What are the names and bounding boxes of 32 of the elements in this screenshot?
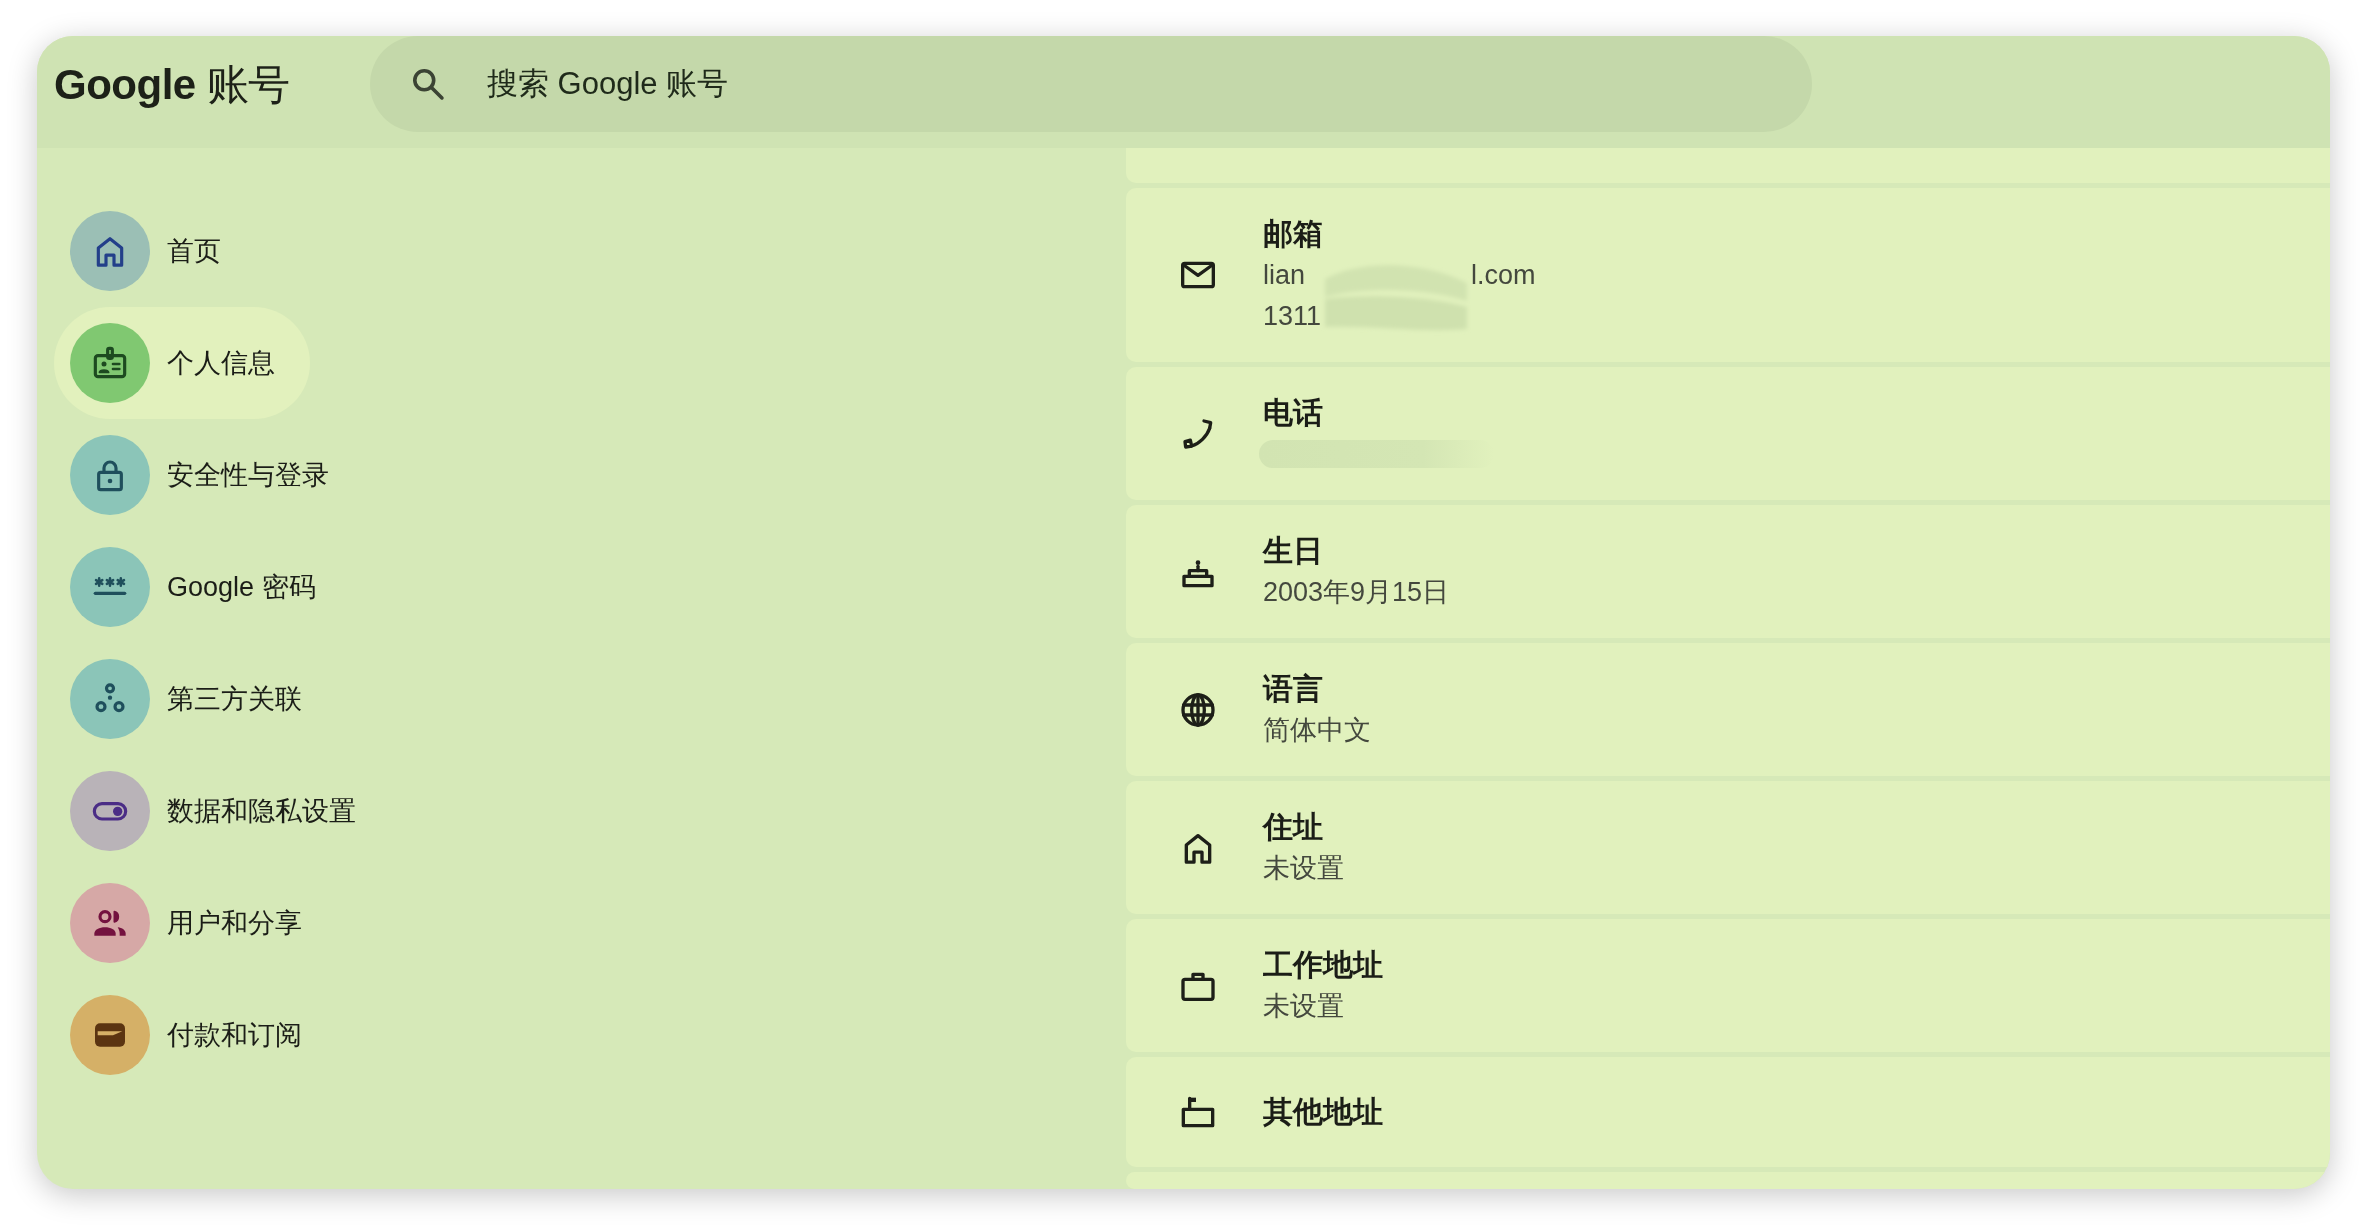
field-label: 邮箱: [1263, 216, 1324, 252]
field-value: 简体中文: [1263, 714, 1371, 747]
info-card[interactable]: 住址 未设置: [1126, 781, 2330, 914]
info-card[interactable]: 工作地址 未设置: [1126, 919, 2330, 1052]
info-card[interactable]: 生日 2003年9月15日: [1126, 505, 2330, 638]
info-card[interactable]: 邮箱 lian l.com 1311: [1126, 188, 2330, 362]
sidebar-link[interactable]: 第三方关联: [54, 643, 337, 755]
info-card[interactable]: 其他地址: [1126, 1057, 2330, 1167]
search-icon: [410, 66, 446, 102]
info-card[interactable]: 语言 简体中文: [1126, 643, 2330, 776]
info-card[interactable]: 电话: [1126, 367, 2330, 500]
sidebar-link[interactable]: 安全性与登录: [54, 419, 364, 531]
sidebar-link[interactable]: 付款和订阅: [54, 979, 337, 1091]
field-value: 1311: [1263, 300, 1322, 333]
field-value: 未设置: [1263, 990, 1345, 1023]
field-label: 语言: [1263, 671, 1324, 707]
field-value: l.com: [1471, 259, 1536, 292]
sidebar-link[interactable]: 首页: [54, 195, 256, 307]
field-value: 2003年9月15日: [1263, 576, 1450, 609]
field-label: 电话: [1263, 395, 1324, 431]
sidebar-link[interactable]: 用户和分享: [54, 867, 337, 979]
sidebar-link[interactable]: Google 密码: [54, 531, 351, 643]
field-value: 未设置: [1263, 852, 1344, 885]
field-label: 其他地址: [1263, 1094, 1383, 1130]
account-logo[interactable]: Google 账号: [54, 52, 290, 116]
field-label: 住址: [1263, 809, 1324, 845]
field-label: 生日: [1263, 533, 1324, 569]
field-label: 工作地址: [1263, 947, 1383, 983]
search-field[interactable]: 搜索 Google 账号: [487, 60, 1187, 108]
sidebar-link[interactable]: 数据和隐私设置: [54, 755, 391, 867]
sidebar-link[interactable]: 个人信息: [54, 307, 310, 419]
field-value: lian: [1263, 259, 1307, 292]
